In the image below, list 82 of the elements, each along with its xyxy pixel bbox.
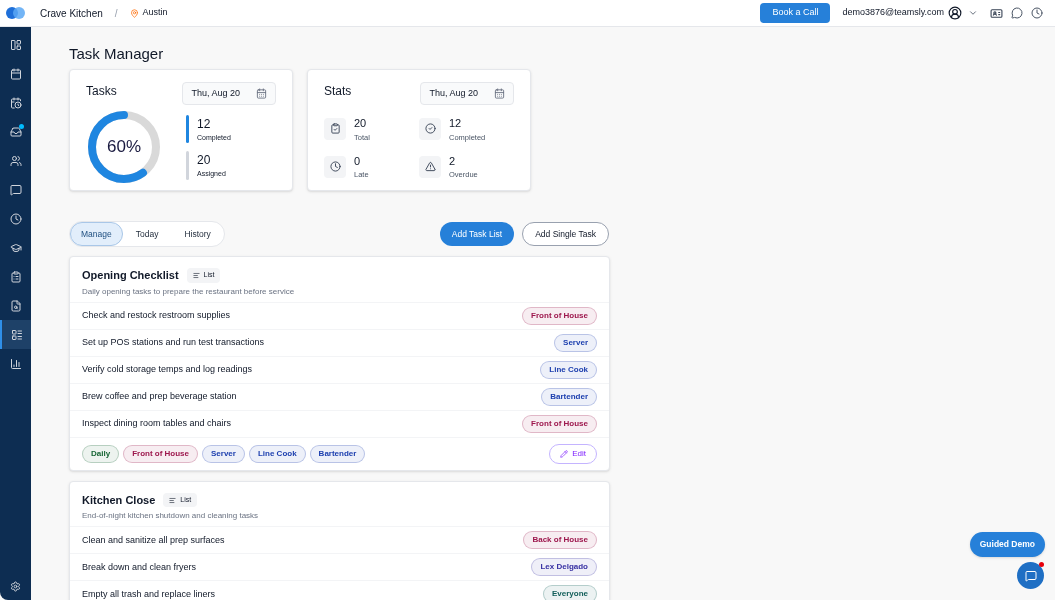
tag: Line Cook [540, 360, 597, 379]
calendar-icon [256, 87, 267, 99]
settings-icon[interactable] [10, 581, 21, 592]
tag: Server [202, 444, 245, 463]
clipboard-icon [9, 270, 22, 283]
lines-icon [192, 272, 200, 279]
stat-value: 2 [449, 153, 457, 169]
clipboard-check-icon [329, 123, 341, 135]
task-name: Set up POS stations and run test transactions [82, 336, 265, 349]
tag: Bartender [541, 387, 597, 406]
list-title: Opening Checklist [82, 268, 179, 284]
bar-chart-icon [9, 357, 22, 370]
task-name: Check and restock restroom supplies [82, 309, 231, 322]
date-field[interactable]: Thu, Aug 20 [182, 81, 276, 105]
chat-icon [9, 183, 22, 196]
breadcrumb-separator: / [114, 6, 118, 21]
legend-value: 12 [197, 115, 212, 133]
list-title: Kitchen Close [82, 492, 156, 508]
tag: Back of House [523, 531, 597, 550]
chat-launcher[interactable] [1017, 562, 1044, 589]
tag: Front of House [522, 306, 597, 325]
tag: Everyone [542, 585, 597, 600]
tag: Front of House [123, 444, 198, 463]
task-name: Inspect dining room tables and chairs [82, 417, 232, 430]
sidebar-item[interactable] [0, 320, 31, 349]
task-name: Verify cold storage temps and log readings [82, 363, 253, 376]
add-single-task-button[interactable]: Add Single Task [522, 221, 609, 247]
page-title: Task Manager [69, 44, 165, 64]
book-call-button[interactable]: Book a Call [760, 3, 831, 23]
user-email: demo3876@teamsly.com [842, 6, 944, 20]
legend-bar [186, 151, 189, 180]
legend-bar [186, 114, 189, 143]
tag: Server [554, 333, 597, 352]
location-pin-icon [129, 8, 139, 18]
clock-icon[interactable] [1031, 7, 1043, 19]
list-description: Daily opening tasks to prepare the restaurant before service [82, 286, 296, 297]
tab[interactable]: Today [122, 221, 172, 247]
guided-demo-button[interactable]: Guided Demo [969, 532, 1045, 557]
inbox-icon [9, 125, 22, 138]
stat-value: 12 [449, 116, 463, 131]
tab[interactable]: Manage [70, 221, 123, 247]
calendar-icon [9, 67, 22, 80]
stat-value: 0 [354, 153, 362, 169]
id-card-icon[interactable] [990, 6, 1003, 20]
layout-icon [9, 38, 22, 51]
task-name: Break down and clean fryers [82, 560, 197, 574]
chat-icon [1024, 569, 1037, 582]
location-name: Austin [142, 6, 168, 20]
add-task-list-button[interactable]: Add Task List [439, 221, 515, 247]
avatar-icon[interactable] [948, 6, 962, 20]
warning-icon [424, 161, 436, 173]
lines-icon [169, 496, 177, 504]
date-field[interactable]: Thu, Aug 20 [420, 81, 514, 105]
clock-icon [329, 161, 341, 173]
people-icon [9, 154, 22, 167]
graduation-cap-icon [9, 241, 22, 254]
task-name: Brew coffee and prep beverage station [82, 390, 237, 403]
list-description: End-of-night kitchen shutdown and cleaning tasks [82, 511, 260, 522]
pencil-icon [560, 449, 569, 458]
tab[interactable]: History [171, 221, 224, 247]
logo-icon [6, 7, 26, 19]
file-search-icon [9, 299, 22, 312]
clock-icon [9, 212, 22, 225]
percent-label: 60% [106, 136, 142, 159]
chevron-down-icon[interactable] [968, 8, 978, 18]
tag: Daily [82, 444, 120, 463]
card-title: Tasks [86, 82, 117, 100]
stat-value: 20 [354, 116, 368, 131]
calendar-clock-icon [9, 96, 22, 109]
tag: Lex Delgado [531, 558, 597, 577]
list-icon [10, 328, 23, 341]
company-name: Crave Kitchen [40, 6, 103, 21]
check-circle-icon [424, 123, 436, 135]
legend-value: 20 [197, 152, 212, 169]
tag: Line Cook [248, 444, 306, 463]
tag: Bartender [309, 444, 366, 463]
card-title: Stats [324, 82, 352, 100]
task-name: Clean and sanitize all prep surfaces [82, 533, 225, 547]
chat-icon[interactable] [1011, 7, 1023, 19]
tag: Front of House [522, 414, 597, 433]
task-name: Empty all trash and replace liners [82, 587, 216, 600]
calendar-icon [494, 87, 505, 99]
